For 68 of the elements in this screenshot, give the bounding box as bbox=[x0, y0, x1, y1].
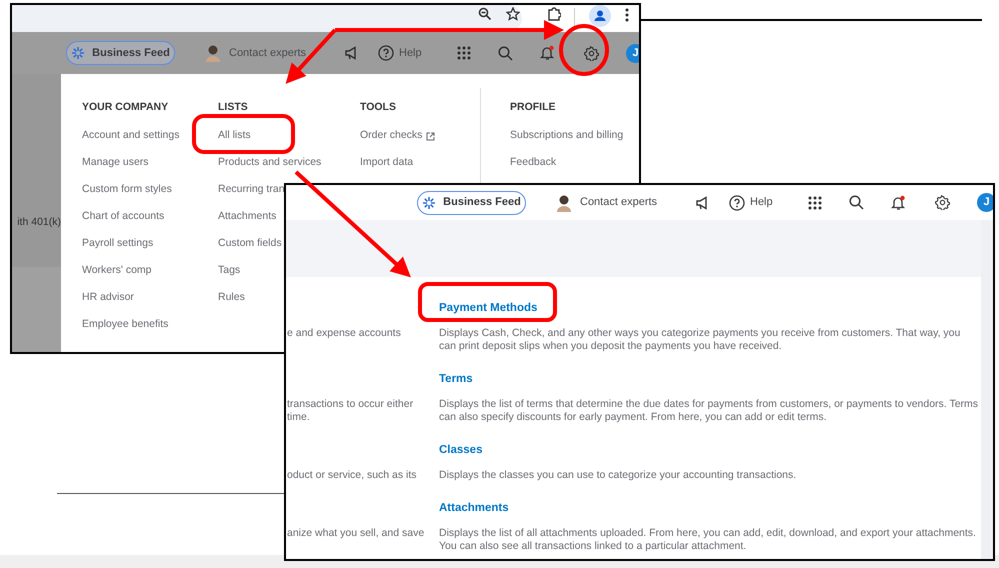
help-button[interactable]: Help bbox=[378, 44, 457, 62]
menu-link[interactable]: Import data bbox=[360, 156, 414, 170]
menu-link[interactable]: HR advisor bbox=[82, 291, 134, 305]
search-icon[interactable] bbox=[849, 195, 864, 210]
contact-experts-button[interactable]: Contact experts bbox=[556, 194, 665, 212]
scrollbar[interactable] bbox=[981, 220, 993, 559]
menu-link[interactable]: Tags bbox=[218, 264, 240, 278]
more-icon[interactable] bbox=[625, 8, 629, 22]
search-icon[interactable] bbox=[498, 46, 513, 60]
sidebar-text: ith 401(k) bbox=[17, 215, 61, 230]
notification-bell-icon[interactable] bbox=[891, 194, 906, 210]
description-text: anize what you sell, and save bbox=[287, 527, 426, 540]
menu-link[interactable]: Employee benefits bbox=[82, 318, 168, 332]
apps-grid-icon[interactable] bbox=[808, 196, 822, 210]
address-bar[interactable] bbox=[12, 5, 522, 32]
help-icon bbox=[378, 45, 394, 61]
user-avatar[interactable]: J bbox=[626, 44, 639, 62]
description-text: Displays the list of all attachments uploaded. From here, you can add, edit, download, and export your attachments. You can also see all transactions linked to a particular attachment. bbox=[439, 527, 977, 553]
menu-link[interactable]: Manage users bbox=[82, 156, 149, 170]
menu-heading: LISTS bbox=[218, 100, 249, 114]
external-link-icon bbox=[426, 132, 436, 140]
menu-link[interactable]: All lists bbox=[218, 129, 251, 143]
profile-icon[interactable] bbox=[589, 5, 611, 27]
contact-experts-button[interactable]: Contact experts bbox=[205, 44, 314, 62]
description-text: Displays the list of terms that determine the due dates for payments from customers, or payments to vendors. Terms can also specify discounts for early payment. From here, you can add or edit terms. bbox=[439, 398, 979, 424]
menu-link[interactable]: Chart of accounts bbox=[82, 210, 164, 224]
description-text: oduct or service, such as its bbox=[287, 469, 418, 482]
list-title-link[interactable]: Payment Methods bbox=[439, 300, 538, 318]
list-title-link[interactable]: Classes bbox=[439, 442, 482, 460]
menu-link[interactable]: Feedback bbox=[510, 156, 556, 170]
menu-link[interactable]: Workers' comp bbox=[82, 264, 152, 278]
menu-link[interactable]: Custom fields bbox=[218, 237, 282, 251]
menu-link[interactable]: Order checks bbox=[360, 129, 436, 143]
star-icon[interactable] bbox=[506, 7, 520, 21]
sparkle-icon bbox=[71, 46, 86, 60]
business-feed-button[interactable]: Business Feed bbox=[66, 41, 175, 65]
menu-heading: PROFILE bbox=[510, 100, 557, 114]
user-avatar[interactable]: J bbox=[977, 193, 993, 212]
highlight-circle bbox=[559, 24, 609, 76]
description-text: e and expense accounts bbox=[287, 327, 402, 340]
menu-heading: YOUR COMPANY bbox=[82, 100, 170, 114]
description-text: transactions to occur either bbox=[287, 398, 414, 411]
list-title-link[interactable]: Attachments bbox=[439, 500, 509, 518]
menu-link[interactable]: Recurring tran bbox=[218, 183, 285, 197]
sparkle-icon bbox=[422, 196, 436, 210]
person-avatar-icon bbox=[205, 44, 221, 62]
list-title-link[interactable]: Terms bbox=[439, 371, 473, 389]
apps-grid-icon[interactable] bbox=[457, 46, 471, 60]
description-text: Displays the classes you can use to categorize your accounting transactions. bbox=[439, 469, 798, 482]
description-text: time. bbox=[287, 411, 311, 424]
extension-icon[interactable] bbox=[547, 7, 561, 21]
menu-link[interactable]: Account and settings bbox=[82, 129, 180, 143]
menu-link[interactable]: Products and services bbox=[218, 156, 322, 170]
business-feed-button[interactable]: Business Feed bbox=[417, 190, 526, 214]
notification-bell-icon[interactable] bbox=[540, 45, 555, 61]
menu-link[interactable]: Subscriptions and billing bbox=[510, 129, 624, 143]
menu-link[interactable]: Payroll settings bbox=[82, 237, 154, 251]
menu-link[interactable]: Rules bbox=[218, 291, 245, 305]
menu-link[interactable]: Attachments bbox=[218, 210, 276, 224]
zoom-icon[interactable] bbox=[478, 7, 492, 21]
help-button[interactable]: Help bbox=[729, 194, 808, 211]
person-avatar-icon bbox=[556, 194, 572, 212]
settings-icon[interactable] bbox=[935, 195, 950, 210]
description-text: Displays Cash, Check, and any other ways you categorize payments you receive from customers. That way, you can print deposit slips when you deposit the payments you have received. bbox=[439, 327, 962, 353]
settings-icon[interactable] bbox=[584, 46, 599, 60]
menu-link[interactable]: Custom form styles bbox=[82, 183, 172, 197]
help-icon bbox=[729, 194, 745, 210]
menu-heading: TOOLS bbox=[360, 100, 397, 114]
